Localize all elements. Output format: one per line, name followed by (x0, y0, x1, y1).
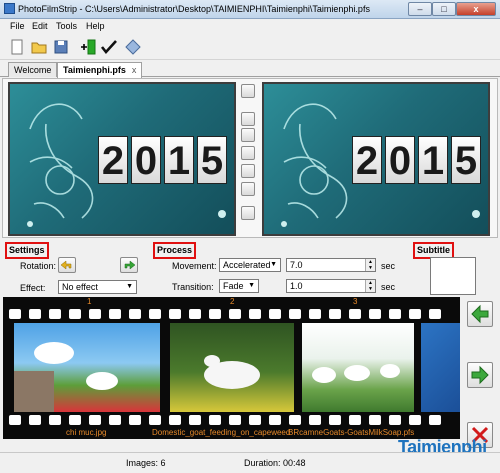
status-bar: Images: 6 Duration: 00:48 (0, 452, 500, 473)
frame-number: 2 (230, 297, 235, 306)
rotate-left-button[interactable] (58, 257, 76, 273)
save-icon[interactable] (52, 38, 70, 56)
copy-to-start-icon[interactable] (241, 128, 255, 142)
transition-value: Fade (223, 281, 244, 291)
year-digit: 2 (352, 136, 382, 184)
tab-project-label: Taimienphi.pfs (63, 65, 126, 75)
toolbar (0, 34, 500, 60)
tab-welcome[interactable]: Welcome (8, 62, 58, 77)
frame-filename: chi muc.jpg (66, 428, 107, 437)
transition-duration-input[interactable]: 1.0 ▲ ▼ (286, 279, 376, 293)
menu-edit[interactable]: Edit (32, 21, 48, 31)
movement-unit: sec (381, 261, 396, 271)
image-count: Images: 6 (126, 458, 166, 468)
maximize-button[interactable]: □ (432, 2, 456, 16)
title-bar: PhotoFilmStrip - C:\Users\Administrator\… (0, 0, 500, 19)
transition-duration-value: 1.0 (290, 281, 303, 291)
process-group-label: Process (153, 242, 197, 259)
swap-images-icon[interactable] (241, 146, 255, 160)
transition-select[interactable]: Fade ▼ (219, 279, 259, 293)
menu-bar: File Edit Tools Help (0, 19, 500, 34)
diamond-icon[interactable] (124, 38, 142, 56)
frame-thumbnail-3[interactable] (302, 323, 414, 412)
movement-select[interactable]: Accelerated ▼ (219, 258, 281, 272)
effect-value: No effect (62, 282, 98, 292)
rotate-preview-icon[interactable] (241, 164, 255, 178)
frame-filename: BRcamneGoats-GoatsMilkSoap.pfs (288, 428, 415, 437)
effect-select[interactable]: No effect ▼ (58, 280, 137, 294)
transition-label: Transition: (172, 282, 214, 292)
year-display: 2 0 1 5 (352, 136, 481, 184)
frame-thumbnail-2[interactable] (170, 323, 294, 412)
menu-tools[interactable]: Tools (56, 21, 77, 31)
minimize-button[interactable]: – (408, 2, 432, 16)
effect-label: Effect: (20, 283, 46, 293)
checkmark-icon[interactable] (100, 38, 118, 56)
rotate-right-button[interactable] (120, 257, 138, 273)
add-pictures-icon[interactable] (80, 38, 98, 56)
menu-file[interactable]: File (10, 21, 25, 31)
movement-duration-value: 7.0 (290, 260, 303, 270)
rotation-label: Rotation: (20, 261, 57, 271)
chevron-down-icon: ▼ (126, 283, 133, 290)
tab-close-icon[interactable]: x (132, 65, 137, 75)
copy-to-end-icon[interactable] (241, 112, 255, 126)
tab-welcome-label: Welcome (14, 65, 52, 75)
frame-thumbnail-4[interactable] (421, 323, 460, 412)
chevron-down-icon: ▼ (270, 261, 277, 268)
start-image-preview[interactable]: 2 0 1 5 (8, 82, 236, 236)
frame-filename: Domestic_goat_feeding_on_capeweed (152, 428, 291, 437)
open-folder-icon[interactable] (30, 38, 48, 56)
year-digit: 1 (418, 136, 448, 184)
fit-image-icon[interactable] (241, 84, 255, 98)
subtitle-input[interactable] (430, 257, 476, 295)
tab-project[interactable]: Taimienphi.pfs x (57, 62, 143, 78)
new-project-icon[interactable] (8, 38, 26, 56)
sprocket-holes-bottom (3, 415, 460, 425)
close-window-button[interactable]: x (456, 2, 496, 16)
frame-number: 1 (87, 297, 92, 306)
chevron-down-icon: ▼ (248, 282, 255, 289)
move-left-button[interactable] (467, 301, 493, 327)
movement-duration-input[interactable]: 7.0 ▲ ▼ (286, 258, 376, 272)
sprocket-holes-top (3, 309, 460, 319)
year-digit: 0 (385, 136, 415, 184)
app-icon (4, 3, 15, 14)
lock-icon[interactable] (241, 206, 255, 220)
frame-number: 3 (353, 297, 358, 306)
tab-bar: Welcome Taimienphi.pfs x (0, 60, 500, 78)
year-digit: 0 (131, 136, 161, 184)
year-display: 2 0 1 5 (98, 136, 227, 184)
zoom-icon[interactable] (241, 182, 255, 196)
transition-unit: sec (381, 282, 396, 292)
year-digit: 2 (98, 136, 128, 184)
movement-value: Accelerated (223, 260, 271, 270)
spin-arrows-icon[interactable]: ▲ ▼ (365, 280, 375, 292)
year-digit: 1 (164, 136, 194, 184)
year-digit: 5 (451, 136, 481, 184)
window-title: PhotoFilmStrip - C:\Users\Administrator\… (18, 4, 370, 14)
frame-thumbnail-1[interactable] (14, 323, 160, 412)
year-digit: 5 (197, 136, 227, 184)
menu-help[interactable]: Help (86, 21, 105, 31)
spin-arrows-icon[interactable]: ▲ ▼ (365, 259, 375, 271)
end-image-preview[interactable]: 2 0 1 5 (262, 82, 490, 236)
settings-group-label: Settings (5, 242, 49, 259)
movement-label: Movement: (172, 261, 217, 271)
move-right-button[interactable] (467, 362, 493, 388)
total-duration: Duration: 00:48 (244, 458, 306, 468)
